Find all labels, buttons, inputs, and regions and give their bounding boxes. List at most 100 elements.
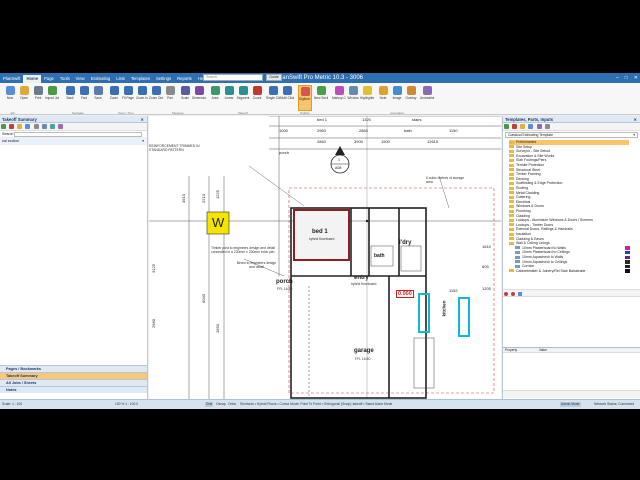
template-tree-label: Slab Footings/Piers — [516, 158, 547, 163]
menu-estimating[interactable]: Estimating — [88, 75, 114, 83]
dimension-button[interactable]: Dimension — [192, 85, 206, 111]
zoom-out-button[interactable]: Zoom Out — [149, 85, 163, 111]
ribbon-group-label: Navigate — [72, 111, 84, 115]
copy-icon[interactable] — [25, 124, 31, 129]
maximize-button[interactable]: □ — [625, 74, 628, 82]
new-template-icon[interactable] — [504, 124, 509, 129]
open-button[interactable]: Open — [17, 85, 31, 111]
refresh-icon[interactable] — [49, 124, 55, 129]
save-button[interactable]: Save — [91, 85, 105, 111]
status-mode-grid[interactable]: Grid — [205, 402, 214, 407]
menu-home[interactable]: Home — [23, 75, 42, 83]
linear-button[interactable]: Linear — [222, 85, 236, 111]
pan-button[interactable]: Pan — [163, 85, 177, 111]
image-button[interactable]: Image — [390, 85, 404, 111]
template-tree-label: Windows & Doors — [516, 204, 544, 209]
ribbon-button-label: Segment — [236, 96, 250, 100]
properties-icon[interactable] — [33, 124, 39, 129]
dimension-text: 1150 — [449, 128, 458, 133]
guide-button[interactable]: Guide — [266, 74, 282, 81]
selected-item-row[interactable]: eal section ▾ — [0, 138, 147, 145]
menu-planswift[interactable]: PlanSwift — [0, 75, 23, 83]
search-field[interactable] — [14, 132, 142, 137]
window-button[interactable]: Window — [346, 85, 360, 111]
minimize-button[interactable]: – — [616, 74, 619, 82]
delete-icon[interactable] — [9, 124, 15, 129]
count-button[interactable]: Count — [250, 85, 264, 111]
new-section-button[interactable]: New Section — [314, 85, 328, 111]
menu-page[interactable]: Page — [41, 75, 57, 83]
color-swatch[interactable] — [625, 264, 630, 269]
template-tree-label: 10mm Plasterboard to Ceilings — [522, 250, 570, 255]
zoom-in-button[interactable]: Zoom In — [135, 85, 149, 111]
settings-icon[interactable] — [544, 124, 550, 129]
delete-template-icon[interactable] — [512, 124, 518, 129]
chevron-down-icon[interactable]: ▾ — [633, 133, 635, 138]
forward-arrow-icon — [79, 86, 89, 95]
folder-icon — [509, 269, 514, 273]
menu-lists[interactable]: Lists — [113, 75, 128, 83]
template-dropdown[interactable]: Classical Estimating Template ▾ — [505, 132, 638, 138]
annotations-button[interactable]: Annotations — [420, 85, 434, 111]
filter-icon[interactable] — [41, 124, 47, 129]
menu-reports[interactable]: Reports — [174, 75, 195, 83]
ribbon-button-label: Scale — [181, 96, 189, 100]
close-button[interactable]: ✕ — [634, 74, 638, 82]
overlay-button[interactable]: Overlay — [404, 85, 418, 111]
color-swatch[interactable] — [625, 255, 630, 260]
color-swatch[interactable] — [625, 269, 630, 273]
search-input[interactable]: Search — [203, 74, 263, 81]
zoom-button[interactable]: Zoom — [107, 85, 121, 111]
markup-color-button[interactable]: Markup Color — [332, 85, 346, 111]
section-takeoff-summary[interactable]: Takeoff Summary — [0, 372, 147, 379]
status-mode-osnap[interactable]: Osnap — [216, 402, 226, 407]
dimension-text: 1610 — [482, 244, 491, 249]
menu-tools[interactable]: Tools — [57, 75, 73, 83]
digitizer-record-button[interactable]: Digitizer Record — [298, 85, 312, 111]
back-button[interactable]: Back — [63, 85, 77, 111]
section-notes[interactable]: Notes — [0, 386, 147, 393]
folder-icon — [509, 237, 514, 241]
folder-icon — [509, 172, 514, 176]
edit-part-icon[interactable] — [518, 292, 523, 296]
segment-button[interactable]: Segment — [236, 85, 250, 111]
section-all-jobs[interactable]: All Jobs / Sheets — [0, 379, 147, 386]
annotations-icon — [422, 86, 432, 95]
multi-click-button[interactable]: Multi Click — [280, 85, 294, 111]
color-swatch[interactable] — [625, 250, 630, 255]
scale-button[interactable]: Scale — [178, 85, 192, 111]
menu-view[interactable]: View — [73, 75, 88, 83]
new-button[interactable]: New — [3, 85, 17, 111]
note-button[interactable]: Note — [376, 85, 390, 111]
admin-mode-button[interactable]: Admin Mode — [560, 402, 581, 407]
export-icon[interactable] — [57, 124, 63, 129]
import-job-button[interactable]: Import Job — [45, 85, 59, 111]
right-panel-close-icon[interactable]: ✕ — [633, 116, 637, 123]
ribbon-button-label: Window — [347, 96, 359, 100]
fit-page-button[interactable]: Fit Page — [121, 85, 135, 111]
folder-icon[interactable] — [17, 124, 23, 129]
part-icon[interactable] — [528, 124, 534, 129]
panel-close-icon[interactable]: ✕ — [140, 116, 144, 123]
fwd-button[interactable]: Fwd — [77, 85, 91, 111]
folder-icon[interactable] — [520, 124, 526, 129]
menu-templates[interactable]: Templates — [128, 75, 153, 83]
dropdown-icon[interactable]: ▾ — [142, 138, 144, 145]
dimension-text: 1500 — [381, 139, 390, 144]
remove-part-icon[interactable] — [511, 292, 516, 296]
single-click-button[interactable]: Single Click — [266, 85, 280, 111]
print-button[interactable]: Print — [31, 85, 45, 111]
highlighter-button[interactable]: Highlighter — [360, 85, 374, 111]
plan-canvas[interactable]: bed 1 hybrid floorboard l'dry bath entry… — [149, 116, 501, 399]
add-icon[interactable] — [1, 124, 6, 129]
color-swatch[interactable] — [625, 246, 630, 250]
color-swatch[interactable] — [625, 260, 630, 264]
add-part-icon[interactable] — [504, 292, 508, 296]
area-button[interactable]: Area — [208, 85, 222, 111]
section-pages-bookmarks[interactable]: Pages / Bookmarks — [0, 365, 147, 372]
menu-settings[interactable]: Settings — [153, 75, 174, 83]
status-mode-ortho[interactable]: Ortho — [228, 402, 236, 407]
right-panel-header: Templates, Parts, Inputs ✕ — [503, 116, 640, 123]
template-tree-item[interactable]: Cabinetmaker & Joinery/Rel Stair Balustr… — [509, 269, 585, 274]
input-icon[interactable] — [536, 124, 542, 129]
